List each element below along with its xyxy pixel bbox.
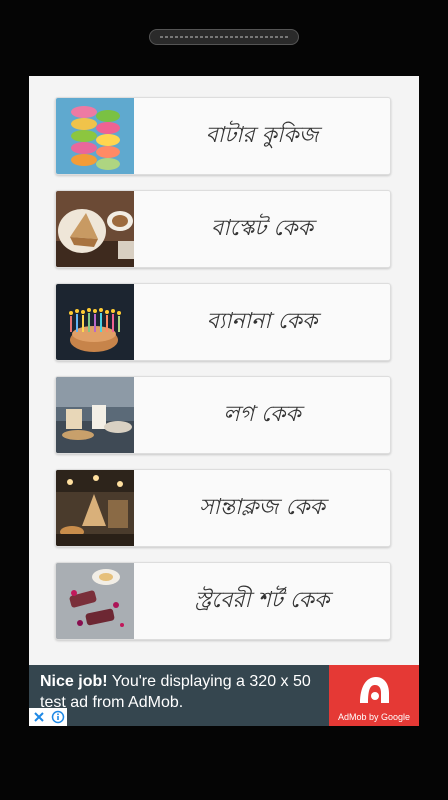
admob-icon bbox=[360, 677, 389, 703]
info-icon[interactable] bbox=[51, 710, 65, 724]
list-item[interactable]: বাটার কুকিজ bbox=[55, 97, 391, 175]
ad-banner[interactable]: Nice job! You're displaying a 320 x 50 t… bbox=[29, 665, 419, 726]
list-item[interactable]: স্ট্রবেরী শর্ট কেক bbox=[55, 562, 391, 640]
item-thumbnail bbox=[56, 377, 134, 453]
ad-text: Nice job! You're displaying a 320 x 50 t… bbox=[40, 671, 330, 713]
berry-dessert-image bbox=[56, 563, 134, 639]
item-label: লগ কেক bbox=[223, 401, 301, 427]
macarons-image bbox=[56, 98, 134, 174]
item-label: বাটার কুকিজ bbox=[205, 122, 319, 148]
ad-choices[interactable] bbox=[29, 708, 67, 726]
item-label: সান্তাক্লজ কেক bbox=[198, 494, 326, 520]
speaker-grille bbox=[149, 29, 299, 45]
cake-slice-coffee-image bbox=[56, 191, 134, 267]
list-item[interactable]: ব্যানানা কেক bbox=[55, 283, 391, 361]
item-label: ব্যানানা কেক bbox=[206, 308, 318, 334]
phone-frame: বাটার কুকিজ বাস্কেট কেক ব্যানানা কেক লগ … bbox=[0, 0, 448, 800]
item-label: বাস্কেট কেক bbox=[210, 215, 313, 241]
pastry-shop-image bbox=[56, 470, 134, 546]
birthday-candles-image bbox=[56, 284, 134, 360]
item-thumbnail bbox=[56, 98, 134, 174]
admob-logo: AdMob by Google bbox=[329, 665, 419, 726]
item-thumbnail bbox=[56, 470, 134, 546]
list-item[interactable]: লগ কেক bbox=[55, 376, 391, 454]
item-thumbnail bbox=[56, 563, 134, 639]
app-screen: বাটার কুকিজ বাস্কেট কেক ব্যানানা কেক লগ … bbox=[29, 76, 419, 726]
admob-brand-text: AdMob by Google bbox=[337, 712, 411, 722]
ad-headline: Nice job! bbox=[40, 673, 108, 690]
list-item[interactable]: সান্তাক্লজ কেক bbox=[55, 469, 391, 547]
item-thumbnail bbox=[56, 191, 134, 267]
item-label: স্ট্রবেরী শর্ট কেক bbox=[194, 587, 330, 613]
close-icon[interactable] bbox=[32, 710, 46, 724]
cafe-table-image bbox=[56, 377, 134, 453]
list-item[interactable]: বাস্কেট কেক bbox=[55, 190, 391, 268]
item-thumbnail bbox=[56, 284, 134, 360]
